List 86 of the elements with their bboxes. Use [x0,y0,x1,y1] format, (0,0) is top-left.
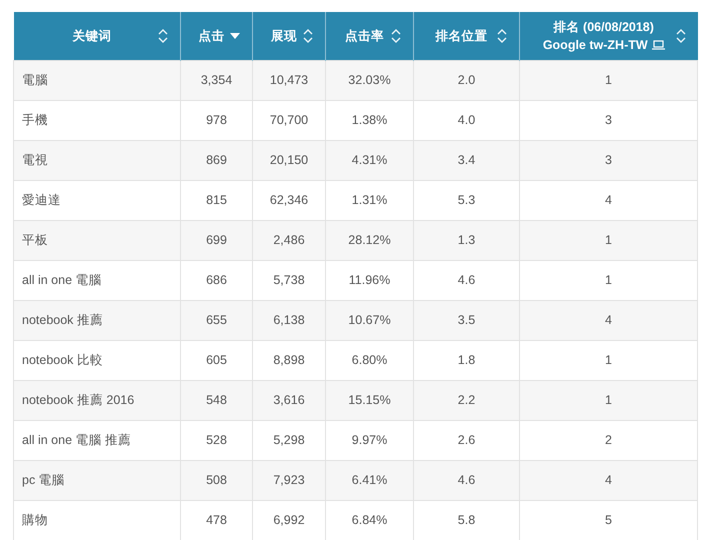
table-cell: 愛迪達 [14,180,180,220]
table-cell: 4 [520,460,698,500]
table-cell: 3.5 [414,300,520,340]
table-cell: all in one 電腦 推薦 [14,420,180,460]
table-cell: 5.3 [414,180,520,220]
sort-descending-icon[interactable] [230,32,240,39]
table-cell: pc 電腦 [14,460,180,500]
column-header[interactable]: 点击 [180,12,252,60]
table-cell: 1 [520,60,698,100]
table-cell: 5,738 [252,260,326,300]
table-cell: 5,298 [252,420,326,460]
sort-icon[interactable] [391,28,401,44]
sort-icon[interactable] [676,28,686,44]
table-cell: 4.6 [414,260,520,300]
sort-icon[interactable] [303,28,313,44]
table-cell: 購物 [14,500,180,540]
header-label: Google tw-ZH-TW [542,38,648,52]
header-label: 排名 (06/08/2018) [554,20,654,34]
table-cell: 1.38% [326,100,414,140]
header-label: 展现 [271,28,297,43]
table-cell: 4.6 [414,460,520,500]
table-cell: 1 [520,220,698,260]
table-cell: 電視 [14,140,180,180]
column-header[interactable]: 排名 (06/08/2018) Google tw-ZH-TW [520,12,698,60]
table-cell: 1 [520,340,698,380]
table-cell: 1 [520,260,698,300]
table-cell: 20,150 [252,140,326,180]
table-cell: 4.31% [326,140,414,180]
header-label: 点击率 [345,28,384,43]
table-cell: 11.96% [326,260,414,300]
table-cell: 605 [180,340,252,380]
table-cell: 1.8 [414,340,520,380]
table-cell: 686 [180,260,252,300]
table-cell: 655 [180,300,252,340]
column-header[interactable]: 关键词 [14,12,180,60]
table-cell: 3.4 [414,140,520,180]
table-cell: notebook 推薦 [14,300,180,340]
table-cell: 10,473 [252,60,326,100]
table-cell: 2.6 [414,420,520,460]
table-cell: 1.31% [326,180,414,220]
table-cell: 528 [180,420,252,460]
table-cell: 手機 [14,100,180,140]
table-cell: 2.0 [414,60,520,100]
table-cell: 9.97% [326,420,414,460]
table-cell: 815 [180,180,252,220]
header-label: 排名位置 [436,28,488,43]
sort-icon[interactable] [158,28,168,44]
table-cell: 3 [520,140,698,180]
table-cell: 3 [520,100,698,140]
table-cell: 8,898 [252,340,326,380]
table-cell: 6.41% [326,460,414,500]
table-cell: 4 [520,300,698,340]
table-cell: 62,346 [252,180,326,220]
header-label: 关键词 [72,28,112,43]
column-header[interactable]: 排名位置 [414,12,520,60]
table-cell: 32.03% [326,60,414,100]
table-cell: 70,700 [252,100,326,140]
table-cell: 699 [180,220,252,260]
header-label: 点击 [198,28,224,43]
table-cell: 電腦 [14,60,180,100]
table-cell: 869 [180,140,252,180]
table-cell: 6.80% [326,340,414,380]
table-cell: 1 [520,380,698,420]
table-cell: 4 [520,180,698,220]
table-cell: 10.67% [326,300,414,340]
table-cell: 1.3 [414,220,520,260]
table-cell: 28.12% [326,220,414,260]
table-cell: 2.2 [414,380,520,420]
table-cell: all in one 電腦 [14,260,180,300]
table-cell: 2,486 [252,220,326,260]
column-header[interactable]: 点击率 [326,12,414,60]
column-header[interactable]: 展现 [252,12,326,60]
table-cell: notebook 比較 [14,340,180,380]
table-cell: 4.0 [414,100,520,140]
table-cell: 978 [180,100,252,140]
table-cell: 6,138 [252,300,326,340]
table-cell: 15.15% [326,380,414,420]
table-cell: 平板 [14,220,180,260]
table-cell: 508 [180,460,252,500]
table-cell: 3,354 [180,60,252,100]
table-cell: 7,923 [252,460,326,500]
table-cell: 3,616 [252,380,326,420]
sort-icon[interactable] [497,28,507,44]
table-cell: 548 [180,380,252,420]
table-cell: 2 [520,420,698,460]
table-cell: notebook 推薦 2016 [14,380,180,420]
